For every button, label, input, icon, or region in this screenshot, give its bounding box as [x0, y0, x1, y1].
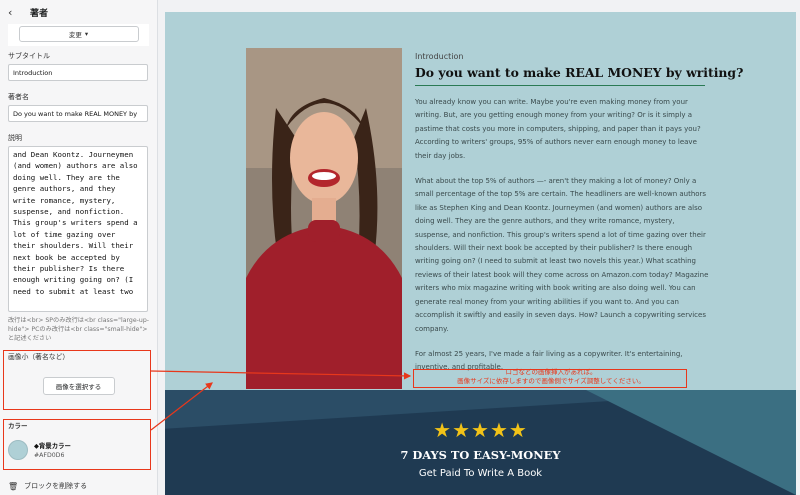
settings-card: 変更 ▾ [8, 24, 149, 46]
author-input[interactable]: Do you want to make REAL MONEY by [8, 105, 148, 122]
delete-block-button[interactable]: 🗑 ブロックを削除する [8, 481, 87, 491]
logo-note-line1: ロゴなどの画像挿入があれば。 [505, 368, 597, 376]
description-label: 説明 [8, 134, 22, 142]
star-rating: ★★★★★ [433, 418, 528, 442]
caret-down-icon: ▾ [84, 30, 89, 38]
change-button-label: 変更 [68, 31, 82, 39]
change-button[interactable]: 変更 ▾ [18, 26, 139, 42]
color-section: カラー ◆背景カラー #AFD0D6 [8, 420, 148, 460]
sidebar-header: ‹ 著者 [0, 0, 157, 24]
headline-underline [415, 85, 705, 86]
chevron-left-icon[interactable]: ‹ [8, 6, 22, 19]
body-paragraph: What about the top 5% of authors —- aren… [415, 177, 709, 333]
color-swatch[interactable] [8, 440, 28, 460]
preview-headline: Do you want to make REAL MONEY by writin… [415, 65, 744, 80]
subtitle-input[interactable]: Introduction [8, 64, 148, 81]
portrait-illustration [246, 48, 402, 389]
settings-sidebar: ‹ 著者 変更 ▾ サブタイトル Introduction 著者名 Do you… [0, 0, 158, 495]
cta-banner: ★★★★★ 7 DAYS TO EASY-MONEY Get Paid To W… [165, 390, 796, 495]
sidebar-title: 著者 [30, 8, 49, 19]
subtitle-label: サブタイトル [8, 52, 50, 60]
select-image-button[interactable]: 画像を選択する [42, 377, 115, 395]
logo-note: ロゴなどの画像挿入があれば。 画像サイズに依存しますので画像側でサイズ調整してく… [417, 368, 685, 386]
banner-title: 7 DAYS TO EASY-MONEY [400, 448, 561, 462]
body-paragraph: You already know you can write. Maybe yo… [415, 98, 701, 160]
delete-block-label: ブロックを削除する [24, 482, 88, 490]
color-name: ◆背景カラー [34, 442, 71, 450]
image-label: 画像小（著名など） [8, 353, 70, 361]
line-break-help: 改行は<br> SPのみ改行は<br class="large-up-hide"… [8, 317, 149, 342]
description-textarea[interactable]: and Dean Koontz. Journeymen (and women) … [8, 146, 148, 312]
intro-label: Introduction [415, 52, 464, 61]
author-photo [246, 48, 402, 389]
trash-icon: 🗑 [8, 481, 19, 491]
banner-subtitle: Get Paid To Write A Book [418, 468, 543, 479]
logo-note-line2: 画像サイズに依存しますので画像側でサイズ調整してください。 [457, 377, 645, 385]
color-hex: #AFD0D6 [34, 452, 65, 459]
color-label: カラー [8, 422, 28, 430]
preview-body: You already know you can write. Maybe yo… [415, 96, 709, 387]
section-preview: Introduction Do you want to make REAL MO… [165, 12, 796, 495]
author-label: 著者名 [8, 93, 29, 101]
